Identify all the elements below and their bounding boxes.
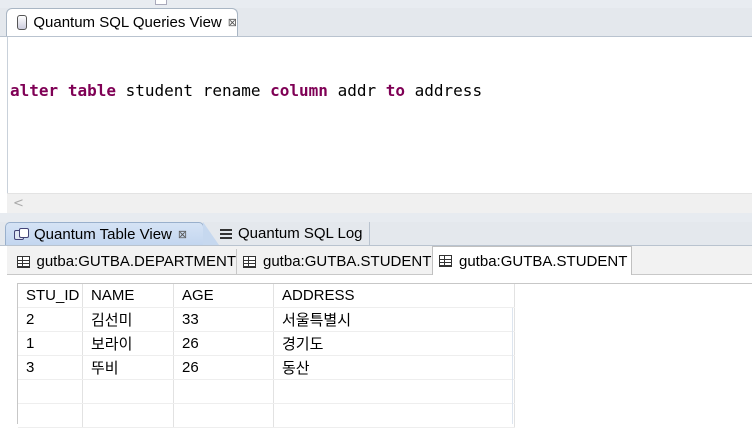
view-separator[interactable] [0, 213, 752, 222]
tab-quantum-sql-log[interactable]: Quantum SQL Log [214, 222, 370, 245]
editor-horizontal-scrollbar[interactable]: < [7, 193, 752, 213]
result-tab-student-active[interactable]: gutba:GUTBA.STUDENT [432, 246, 632, 275]
result-tab-student[interactable]: gutba:GUTBA.STUDENT [237, 249, 433, 274]
window-top-strip [0, 0, 752, 8]
sql-keyword: column [270, 81, 328, 100]
queries-view-icon [17, 15, 28, 30]
table-cell[interactable]: 1 [18, 331, 83, 356]
grid-column-edge [512, 308, 513, 424]
table-cell[interactable]: 26 [173, 355, 274, 380]
result-tabbar: gutba:GUTBA.DEPARTMENT gutba:GUTBA.STUDE… [7, 246, 752, 275]
table-header-row: STU_ID NAME AGE ADDRESS [18, 284, 515, 308]
close-icon[interactable]: ⊠ [228, 16, 237, 29]
tab-label: Quantum Table View [34, 225, 172, 243]
column-header[interactable]: STU_ID [18, 284, 83, 308]
tab-label: Quantum SQL Log [238, 225, 363, 242]
column-header[interactable]: ADDRESS [273, 284, 515, 308]
sql-text: address [414, 81, 483, 100]
table-cell[interactable]: 2 [18, 307, 83, 332]
sql-keyword: to [385, 81, 405, 100]
result-tab-label: gutba:GUTBA.STUDENT [459, 252, 628, 270]
sql-text: addr [337, 81, 377, 100]
table-cell[interactable]: 김선미 [82, 307, 174, 332]
tab-quantum-sql-queries-view[interactable]: Quantum SQL Queries View ⊠ [6, 8, 238, 36]
table-row-empty[interactable] [18, 379, 515, 404]
table-icon [243, 255, 256, 268]
tab-quantum-table-view[interactable]: Quantum Table View ⊠ [5, 222, 219, 245]
column-header[interactable]: NAME [82, 284, 174, 308]
table-row-empty[interactable] [18, 403, 515, 428]
table-cell[interactable]: 서울특별시 [273, 307, 515, 332]
close-icon[interactable]: ⊠ [178, 228, 187, 241]
result-tab-label: gutba:GUTBA.STUDENT [263, 253, 432, 270]
column-header[interactable]: AGE [173, 284, 274, 308]
sql-keyword: alter [10, 81, 59, 100]
table-row[interactable]: 2 김선미 33 서울특별시 [18, 307, 515, 332]
result-grid-area: STU_ID NAME AGE ADDRESS 2 김선미 33 서울특별시 1… [7, 275, 752, 428]
sql-editor[interactable]: alter table student rename column addr t… [7, 37, 752, 193]
log-icon [220, 227, 232, 240]
student-table: STU_ID NAME AGE ADDRESS 2 김선미 33 서울특별시 1… [18, 284, 515, 428]
sql-statement: alter table student rename column addr t… [10, 81, 482, 100]
table-cell[interactable]: 33 [173, 307, 274, 332]
table-icon [439, 255, 452, 267]
bottom-views-tabbar: Quantum Table View ⊠ Quantum SQL Log [0, 222, 752, 246]
table-cell[interactable]: 보라이 [82, 331, 174, 356]
result-tab-label: gutba:GUTBA.DEPARTMENT [36, 253, 237, 270]
table-cell[interactable]: 뚜비 [82, 355, 174, 380]
tab-label: Quantum SQL Queries View [33, 14, 222, 31]
queries-view-tabbar: Quantum SQL Queries View ⊠ [0, 8, 752, 37]
toolbar-nub [155, 0, 167, 5]
table-cell[interactable]: 26 [173, 331, 274, 356]
table-cell[interactable]: 경기도 [273, 331, 515, 356]
sql-keyword: table [67, 81, 116, 100]
table-row[interactable]: 3 뚜비 26 동산 [18, 355, 515, 380]
table-row[interactable]: 1 보라이 26 경기도 [18, 331, 515, 356]
table-icon [17, 255, 30, 268]
sql-text: student rename [125, 81, 261, 100]
result-grid[interactable]: STU_ID NAME AGE ADDRESS 2 김선미 33 서울특별시 1… [17, 283, 752, 428]
result-tab-department[interactable]: gutba:GUTBA.DEPARTMENT [11, 249, 237, 274]
table-cell[interactable]: 3 [18, 355, 83, 380]
table-view-icon [14, 228, 29, 240]
scroll-left-icon[interactable]: < [13, 194, 24, 213]
table-cell[interactable]: 동산 [273, 355, 515, 380]
